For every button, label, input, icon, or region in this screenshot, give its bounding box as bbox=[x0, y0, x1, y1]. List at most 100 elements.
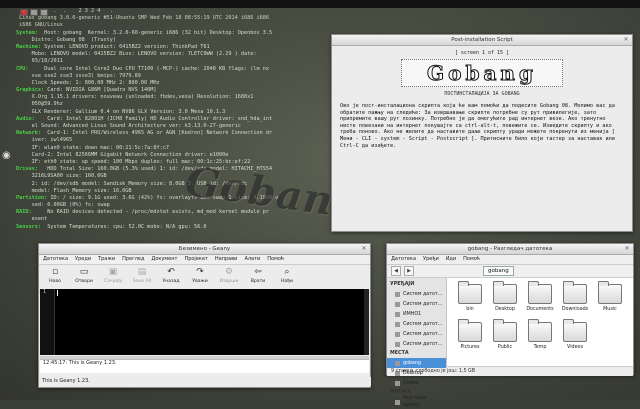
sidebar-item-label: Разгледа мрежу bbox=[402, 396, 427, 408]
geany-window[interactable]: Безимено - Geany ✕ Датотека Уреди Тражи Пре… bbox=[38, 243, 371, 388]
geany-menubar[interactable]: Датотека Уреди Тражи Преглед Документ Пројека… bbox=[39, 255, 370, 265]
menu-item[interactable]: Тражи bbox=[98, 255, 115, 264]
folder-label: Documents bbox=[526, 307, 554, 312]
sidebar-item[interactable]: Систем датот... bbox=[387, 299, 446, 309]
close-icon[interactable]: ✕ bbox=[361, 246, 367, 252]
terminal-line: 050@59.9hz bbox=[16, 101, 334, 108]
terminal-value: esent bbox=[16, 216, 48, 223]
sidebar-item[interactable]: Разгледа мрежу bbox=[387, 396, 446, 408]
forward-icon[interactable]: ▶ bbox=[404, 266, 414, 276]
terminal-value: iver: iwl4965 bbox=[16, 137, 73, 144]
drive-icon bbox=[395, 331, 400, 337]
screen-indicator: [ screen 1 of 15 ] bbox=[454, 50, 510, 56]
menu-item[interactable]: Иди bbox=[446, 255, 456, 264]
menu-item[interactable]: Пројекат bbox=[184, 255, 207, 264]
terminal-line: X.Org 1.15.1 drivers: nouveau (unloaded:… bbox=[16, 94, 334, 101]
geany-editor[interactable]: 1 bbox=[40, 289, 369, 355]
folder-item[interactable]: Music bbox=[593, 281, 627, 320]
toolbar-label: Уназад bbox=[162, 279, 180, 284]
terminal-line: Audio: Card: Intel 82801H (ICH8 Family) … bbox=[16, 116, 334, 123]
gobang-logo: Gobang bbox=[401, 59, 563, 87]
sidebar-item-label: Систем датот... bbox=[403, 291, 443, 297]
sidebar-item[interactable]: Систем датот... bbox=[387, 339, 446, 349]
terminal-line: Mobo: LENOVO model: 0415BZ2 Bios: LENOVO… bbox=[16, 51, 334, 58]
toolbar-button[interactable]: ⇦ Врати bbox=[246, 267, 270, 284]
terminal-line: Distro: Gobang 08 (Trusty) bbox=[16, 37, 334, 44]
file-manager-menubar[interactable]: Датотека Уређи Иди Помоћ bbox=[387, 255, 633, 265]
terminal-line: System: Host: gobang Kernel: 3.2.0-60-ge… bbox=[16, 30, 334, 37]
terminal-key: Machine: bbox=[16, 43, 41, 50]
sidebar-item[interactable]: Смеће bbox=[387, 378, 446, 388]
folder-item[interactable]: Public bbox=[488, 319, 522, 358]
close-icon[interactable]: ✕ bbox=[623, 37, 629, 43]
toolbar-button[interactable]: ↶ Уназад bbox=[159, 267, 183, 284]
toolbar-label: Сачувај bbox=[103, 279, 123, 284]
globe-icon[interactable]: ◉ bbox=[2, 151, 12, 161]
menu-item[interactable]: Уређи bbox=[423, 255, 439, 264]
save-all-icon: ▤ bbox=[137, 267, 147, 277]
sidebar-item-label: ИМНО1 bbox=[403, 311, 422, 317]
file-manager-titlebar[interactable]: gobang - Разгледач датотека ✕ bbox=[387, 244, 633, 255]
back-icon[interactable]: ◀ bbox=[391, 266, 401, 276]
toolbar-button[interactable]: ⌕ Нађи bbox=[275, 267, 299, 284]
drive-icon bbox=[395, 311, 400, 317]
editor-scrollbar[interactable] bbox=[364, 289, 369, 355]
folder-item[interactable]: Videos bbox=[558, 319, 592, 358]
terminal-line: iver: iwl4965 bbox=[16, 137, 334, 144]
geany-titlebar[interactable]: Безимено - Geany ✕ bbox=[39, 244, 370, 255]
toolbar-button[interactable]: ↷ Уважи bbox=[188, 267, 212, 284]
menu-item[interactable]: Направи bbox=[215, 255, 238, 264]
terminal-value: Card: Intel 82801H (ICH8 Family) HD Audi… bbox=[34, 115, 273, 122]
file-manager-window[interactable]: gobang - Разгледач датотека ✕ Датотека Ур… bbox=[386, 243, 634, 408]
terminal-value: 03/18/2011 bbox=[16, 58, 63, 65]
folder-icon bbox=[563, 319, 587, 342]
toolbar-button[interactable]: ⚙ Изврши bbox=[217, 267, 241, 284]
terminal-line: 03/18/2011 bbox=[16, 58, 334, 65]
terminal-line: CPU: Dual core Intel Core2 Duo CPU T7100… bbox=[16, 66, 334, 73]
redo-icon: ↷ bbox=[196, 267, 204, 277]
folder-icon bbox=[493, 319, 517, 342]
folder-icon bbox=[458, 319, 482, 342]
folder-icon bbox=[458, 281, 482, 304]
menu-item[interactable]: Датотека bbox=[43, 255, 68, 264]
terminal-key: Drives: bbox=[16, 166, 38, 173]
menu-item[interactable]: Уреди bbox=[75, 255, 91, 264]
menu-item[interactable]: Преглед bbox=[122, 255, 144, 264]
menu-item[interactable]: Помоћ bbox=[267, 255, 284, 264]
menu-item[interactable]: Алати bbox=[244, 255, 260, 264]
sidebar-item[interactable]: Систем датот... bbox=[387, 319, 446, 329]
terminal-value: IF: wlan0 state: down mac: 00:21:5c:7a:8… bbox=[16, 144, 170, 151]
folder-item[interactable]: Temp bbox=[523, 319, 557, 358]
folder-item[interactable]: Desktop bbox=[488, 281, 522, 320]
sidebar-item[interactable]: Систем датот... bbox=[387, 289, 446, 299]
sidebar-item-label: Систем датот... bbox=[403, 341, 443, 347]
menu-item[interactable]: Документ bbox=[151, 255, 177, 264]
text-cursor bbox=[57, 290, 58, 296]
menu-item[interactable]: Помоћ bbox=[463, 255, 480, 264]
drive-icon bbox=[395, 399, 400, 405]
menu-item[interactable]: Датотека bbox=[391, 255, 416, 264]
close-icon[interactable]: ✕ bbox=[624, 246, 630, 252]
post-install-window[interactable]: Post-installation Script ✕ [ screen 1 of… bbox=[331, 34, 633, 232]
sidebar-item[interactable]: ИМНО1 bbox=[387, 309, 446, 319]
breadcrumb[interactable]: gobang bbox=[483, 266, 514, 276]
toolbar-button[interactable]: ▤ Save All bbox=[130, 267, 154, 284]
sidebar-item[interactable]: Систем датот... bbox=[387, 329, 446, 339]
folder-item[interactable]: Pictures bbox=[453, 319, 487, 358]
post-install-text: Ово је пост-инсталациона скрипта која ће… bbox=[340, 103, 615, 149]
post-install-titlebar[interactable]: Post-installation Script ✕ bbox=[332, 35, 632, 46]
sidebar-section-label: УРЕЂАЈИ bbox=[390, 282, 415, 287]
toolbar-button[interactable]: ▣ Сачувај bbox=[101, 267, 125, 284]
toolbar-button[interactable]: ▭ Отвори bbox=[72, 267, 96, 284]
toolbar-button[interactable]: ▫ Ново bbox=[43, 267, 67, 284]
folder-item[interactable]: bin bbox=[453, 281, 487, 320]
terminal-key: RAID: bbox=[16, 209, 32, 216]
folder-item[interactable]: Documents bbox=[523, 281, 557, 320]
terminal-line: IF: eth0 state: up speed: 100 Mbps duple… bbox=[16, 159, 334, 166]
folder-label: Downloads bbox=[561, 307, 589, 312]
folder-label: Music bbox=[603, 307, 617, 312]
folder-grid: bin Desktop Documents Downloads Music Picture… bbox=[447, 278, 633, 366]
folder-label: Videos bbox=[567, 345, 583, 350]
folder-item[interactable]: Downloads bbox=[558, 281, 592, 320]
terminal-value: el Sound: Advanced Linux Sound Architect… bbox=[16, 123, 241, 129]
